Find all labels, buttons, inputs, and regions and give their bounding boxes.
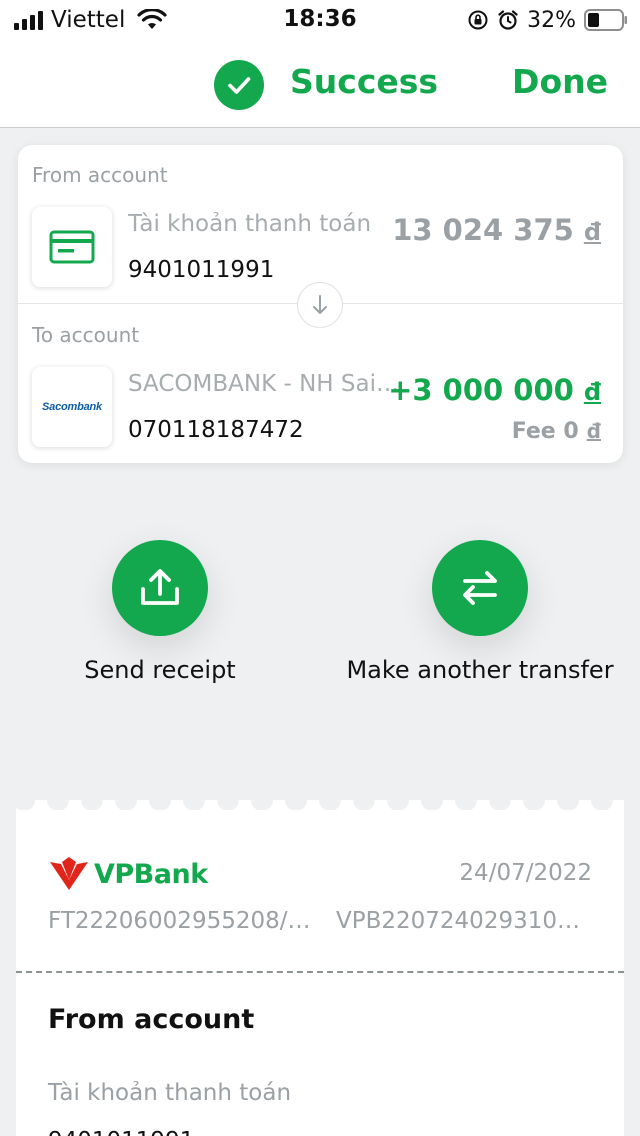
receipt-from-account-title: From account	[48, 1004, 255, 1035]
from-account-name: Tài khoản thanh toán	[128, 211, 372, 237]
send-receipt-label[interactable]: Send receipt	[60, 656, 260, 684]
check-icon	[214, 60, 264, 110]
from-balance: 13 024 375 đ	[392, 213, 601, 247]
vpbank-logo-text: VPBank	[94, 858, 208, 890]
status-right: 32%	[467, 6, 628, 34]
transfer-success-screen: Viettel 18:36 32% Success Done From acco…	[0, 0, 640, 1136]
done-button[interactable]: Done	[512, 62, 608, 101]
to-account-number: 070118187472	[128, 417, 304, 443]
battery-icon	[584, 9, 627, 31]
card-icon	[32, 207, 112, 287]
receipt-account-number: 9401011991	[48, 1128, 194, 1136]
receipt-reference: FT22206002955208/VPB	[48, 908, 318, 934]
vpbank-logo-icon	[50, 857, 88, 890]
to-account-name: SACOMBANK - NH Sai Gon Thuong Tin	[128, 371, 403, 397]
from-account-number: 9401011991	[128, 257, 275, 283]
transfer-amount: +3 000 000 đ	[388, 373, 601, 407]
receipt-preview: VPBank 24/07/2022 FT22206002955208/VPB V…	[16, 790, 624, 1136]
currency-symbol: đ	[583, 378, 601, 406]
receipt-scallop-edge	[16, 790, 624, 810]
receipt-date: 24/07/2022	[459, 860, 592, 886]
orientation-lock-icon	[468, 10, 488, 30]
from-account-label: From account	[32, 163, 168, 187]
vpbank-logo: VPBank	[48, 854, 208, 894]
currency-symbol: đ	[583, 218, 601, 246]
receipt-account-name: Tài khoản thanh toán	[48, 1080, 292, 1106]
amount-value: +3 000 000	[388, 373, 574, 407]
send-receipt-button[interactable]	[112, 540, 208, 636]
sacombank-logo-text: Sacombank	[42, 401, 102, 413]
battery-percent: 32%	[527, 7, 576, 33]
to-account-label: To account	[32, 323, 140, 347]
balance-value: 13 024 375	[392, 213, 574, 247]
make-another-transfer-button[interactable]	[432, 540, 528, 636]
currency-symbol: đ	[586, 419, 601, 443]
receipt-divider	[16, 971, 624, 973]
arrow-down-icon	[297, 282, 343, 328]
share-icon	[141, 569, 179, 605]
header-bar: Success Done	[0, 40, 640, 128]
status-bar: Viettel 18:36 32%	[0, 0, 640, 40]
swap-icon	[463, 571, 497, 605]
sacombank-logo: Sacombank	[32, 367, 112, 447]
receipt-transaction-id: VPB220724029310297	[336, 908, 594, 934]
alarm-icon	[498, 10, 518, 30]
make-another-transfer-label[interactable]: Make another transfer	[340, 656, 620, 684]
transfer-fee: Fee 0 đ	[512, 419, 601, 444]
transfer-summary-card: From account Tài khoản thanh toán 940101…	[18, 145, 623, 463]
page-title: Success	[290, 62, 439, 101]
fee-value: Fee 0	[511, 419, 579, 444]
